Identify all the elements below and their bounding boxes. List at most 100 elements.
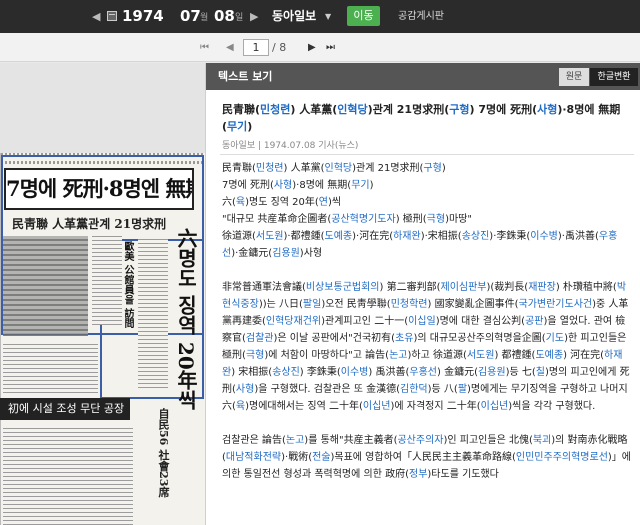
newspaper-viewer[interactable]: 7명에 死刑·8명엔 無期 民靑聯 人革黨관계 21명求刑 歐美 公館員을 訪問… (0, 63, 205, 525)
hangul-reading: 무기 (351, 180, 370, 191)
calendar-icon[interactable] (107, 11, 117, 21)
panel-title: 텍스트 보기 (218, 70, 273, 83)
article-text: )·河在完( (352, 231, 394, 242)
article-paragraph: 民青聯(민청련) 人革黨(인혁당)관계 21명求刑(구형) 7명에 死刑(사형)·… (222, 160, 632, 262)
hangul-reading: 인혁당 (337, 103, 368, 116)
article-text: 徐道源( (222, 231, 256, 242)
last-page-icon[interactable]: ⏭ (326, 33, 335, 62)
article-text: ) 都禮鍾( (494, 350, 536, 361)
hangul-reading: 이십일 (408, 316, 436, 327)
article-text: 검찰관은 論告( (222, 435, 286, 446)
panel-header: 텍스트 보기 원문 한글변환 (206, 63, 640, 90)
hangul-reading: 논고 (285, 435, 305, 446)
article-text: 民青聯( (222, 103, 261, 116)
hangul-reading: 비상보통군법회의 (305, 282, 380, 293)
hangul-reading: 극형 (245, 350, 265, 361)
article-text: ) 李銖秉( (299, 367, 341, 378)
page-total: / 8 (272, 41, 287, 54)
article-text: )·都禮鍾( (283, 231, 325, 242)
article-text: )·戰術( (281, 452, 313, 463)
article-text: )사형 (299, 248, 323, 259)
next-date-button[interactable]: ▶ (250, 0, 258, 33)
article-text: ) 宋相振( (231, 367, 273, 378)
article-text: )명에대해서는 징역 二十年( (245, 401, 363, 412)
article-text: )마땅" (445, 214, 472, 225)
article-text: )오전 民靑學聯( (321, 299, 391, 310)
tab-original[interactable]: 원문 (559, 68, 589, 86)
newspaper-subhead: 民靑聯 人革黨관계 21명求刑 (12, 217, 167, 231)
next-page-icon[interactable]: ▶ (308, 33, 316, 62)
page-number-input[interactable]: 1 (243, 39, 269, 56)
article-text: )·宋相振( (420, 231, 462, 242)
hangul-reading: 서도원 (466, 350, 495, 361)
first-page-icon[interactable]: ⏮ (200, 33, 209, 62)
newspaper-side-headline: 自民56 社會23席 (157, 408, 170, 498)
day-unit: 일 (235, 13, 244, 23)
article-body: 民青聯(민청련) 人革黨(인혁당)관계 21명求刑(구형) 7명에 死刑(사형)·… (222, 160, 632, 500)
hangul-reading: 인혁당재건위 (265, 316, 322, 327)
article-text: ))는 八日( (258, 299, 303, 310)
prev-date-button[interactable]: ◀ (92, 0, 100, 33)
chevron-down-icon[interactable]: ▼ (325, 0, 331, 33)
hangul-reading: 인민민주주의혁명로선 (515, 452, 608, 463)
hangul-reading: 육 (235, 401, 246, 412)
article-text: "대규모 共産革命企圖者( (222, 214, 332, 225)
month-value[interactable]: 07 (180, 0, 201, 33)
month-unit: 월 (200, 13, 209, 23)
board-link[interactable]: 공감게시판 (398, 0, 444, 33)
article-text: )하고 徐道源( (407, 350, 467, 361)
hangul-reading: 도예종 (535, 350, 564, 361)
article-text: )명도 징역 20年( (245, 197, 319, 208)
hangul-reading: 정부 (409, 469, 428, 480)
day-value[interactable]: 08 (214, 0, 235, 33)
hangul-reading: 기도 (545, 333, 565, 344)
hangul-reading: 사형 (273, 180, 293, 191)
newspaper-vertical-headline: 六명도 징역 20年씩 (174, 228, 198, 410)
article-text: ) 極刑( (395, 214, 427, 225)
hangul-reading: 하재완 (393, 231, 421, 242)
article-text: ) 人革黨( (283, 163, 325, 174)
hangul-reading: 논고 (389, 350, 408, 361)
hangul-reading: 송상진 (272, 367, 300, 378)
hangul-reading: 민청련 (255, 163, 284, 174)
hangul-reading: 재판장 (528, 282, 556, 293)
article-text: 非常普通軍法會議( (222, 282, 306, 293)
prev-page-icon[interactable]: ◀ (226, 33, 234, 62)
newspaper-section-banner: 初에 시설 조성 무단 공장 (0, 398, 130, 420)
article-text: )를 통해"共産主義者( (304, 435, 398, 446)
year-value[interactable]: 1974 (122, 0, 164, 33)
newspaper-select[interactable]: 동아일보 (272, 0, 316, 33)
article-text: ) 金鏞元( (436, 367, 478, 378)
article-text: ) 國家變亂企圖事件( (427, 299, 519, 310)
article-paragraph: 검찰관은 論告(논고)를 통해"共産主義者(공산주의자)인 피고인들은 北傀(북… (222, 432, 632, 483)
hangul-reading: 칠 (535, 367, 545, 378)
hangul-reading: 공산주의자 (397, 435, 444, 446)
hangul-reading: 육 (235, 197, 246, 208)
article-text: ) 朴瓚稙中將( (555, 282, 617, 293)
hangul-reading: 북괴 (532, 435, 552, 446)
article-text: 六( (222, 197, 236, 208)
article-text: )등 八( (427, 384, 458, 395)
hangul-reading: 도예종 (324, 231, 353, 242)
article-text: )관계피고인 二十一( (321, 316, 409, 327)
hangul-reading: 이십년 (480, 401, 509, 412)
article-paragraph: 非常普通軍法會議(비상보통군법회의) 第二審判部(제이심판부)(裁判長(재판장)… (222, 279, 632, 415)
text-view-panel: 텍스트 보기 원문 한글변환 民青聯(민청련) 人革黨(인혁당)관계 21명求刑… (205, 63, 640, 525)
hangul-reading: 초유 (395, 333, 414, 344)
article-text: )·禹洪善( (557, 231, 599, 242)
hangul-reading: 극형 (426, 214, 446, 225)
article-text: )씩을 각각 구형했다. (508, 401, 596, 412)
hangul-reading: 연 (318, 197, 328, 208)
article-text: )관계 21명求刑( (352, 163, 424, 174)
article-text: 7명에 死刑( (222, 180, 274, 191)
hangul-reading: 팔일 (302, 299, 322, 310)
article-text: )·8명에 無期( (292, 180, 352, 191)
article-text: ) (369, 180, 374, 191)
hangul-reading: 무기 (227, 120, 248, 133)
hangul-reading: 인혁당 (324, 163, 353, 174)
hangul-reading: 민청학련 (390, 299, 428, 310)
go-button[interactable]: 이동 (347, 6, 380, 26)
article-text: ) (441, 163, 446, 174)
tab-korean[interactable]: 한글변환 (590, 68, 638, 86)
article-text: )등 七( (505, 367, 536, 378)
